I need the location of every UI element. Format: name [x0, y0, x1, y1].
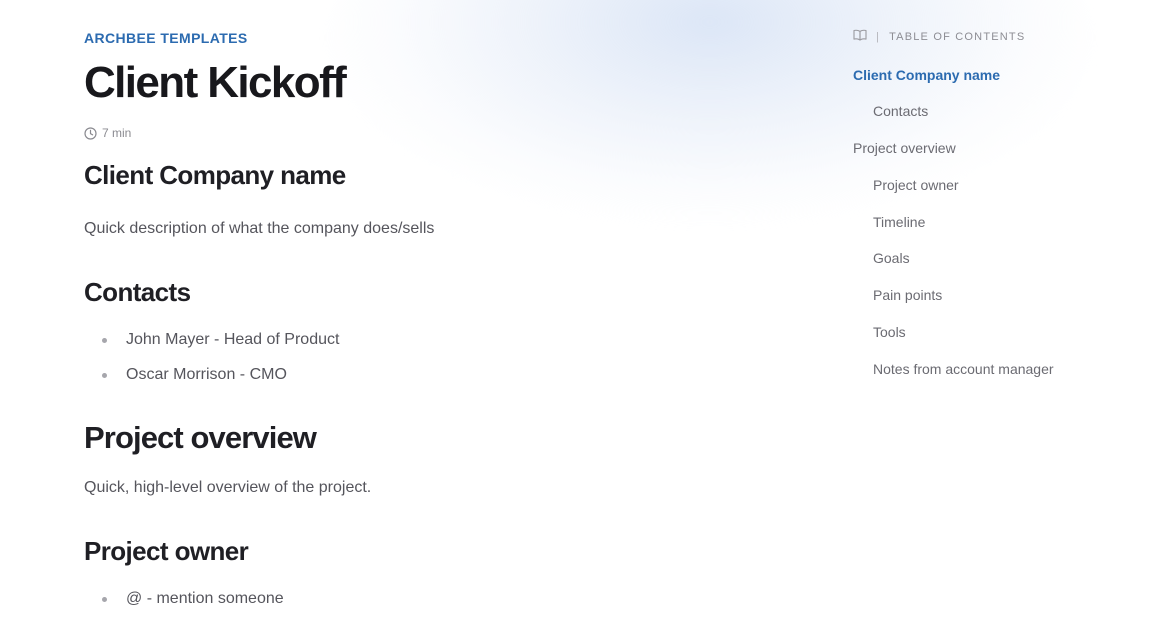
category-link[interactable]: ARCHBEE TEMPLATES [84, 30, 248, 46]
company-description: Quick description of what the company do… [84, 220, 435, 237]
toc-item-client-company-name[interactable]: Client Company name [853, 67, 1000, 83]
toc-item-contacts[interactable]: Contacts [873, 103, 928, 119]
toc-item-project-overview[interactable]: Project overview [853, 140, 956, 156]
bullet-icon [102, 373, 107, 378]
toc-item-pain-points[interactable]: Pain points [873, 287, 942, 303]
list-item-text: Oscar Morrison - CMO [126, 366, 287, 383]
list-item-text: @ - mention someone [126, 590, 284, 607]
read-time: 7 min [84, 126, 131, 140]
toc-item-goals[interactable]: Goals [873, 250, 910, 266]
list-item: @ - mention someone [84, 588, 284, 623]
list-item: Oscar Morrison - CMO [84, 364, 339, 399]
toc-label: TABLE OF CONTENTS [889, 30, 1026, 43]
list-item-text: John Mayer - Head of Product [126, 331, 340, 348]
owner-list: @ - mention someone [84, 588, 284, 623]
bullet-icon [102, 338, 107, 343]
toc-item-notes-from-account-manager[interactable]: Notes from account manager [873, 361, 1054, 377]
heading-project-overview: Project overview [84, 420, 317, 455]
clock-icon [84, 126, 97, 140]
overview-description: Quick, high-level overview of the projec… [84, 479, 372, 496]
bullet-icon [102, 597, 107, 602]
list-item: John Mayer - Head of Product [84, 329, 339, 364]
toc-item-project-owner[interactable]: Project owner [873, 177, 959, 193]
book-icon [853, 29, 867, 44]
page-title: Client Kickoff [84, 58, 347, 107]
heading-project-owner: Project owner [84, 536, 249, 566]
contacts-list: John Mayer - Head of Product Oscar Morri… [84, 329, 339, 399]
heading-contacts: Contacts [84, 277, 191, 307]
read-time-label: 7 min [102, 126, 132, 140]
heading-client-company: Client Company name [84, 160, 346, 190]
toc-item-timeline[interactable]: Timeline [873, 214, 925, 230]
toc-divider: | [876, 30, 881, 43]
toc-item-tools[interactable]: Tools [873, 324, 906, 340]
toc-header: | TABLE OF CONTENTS [853, 29, 1025, 44]
